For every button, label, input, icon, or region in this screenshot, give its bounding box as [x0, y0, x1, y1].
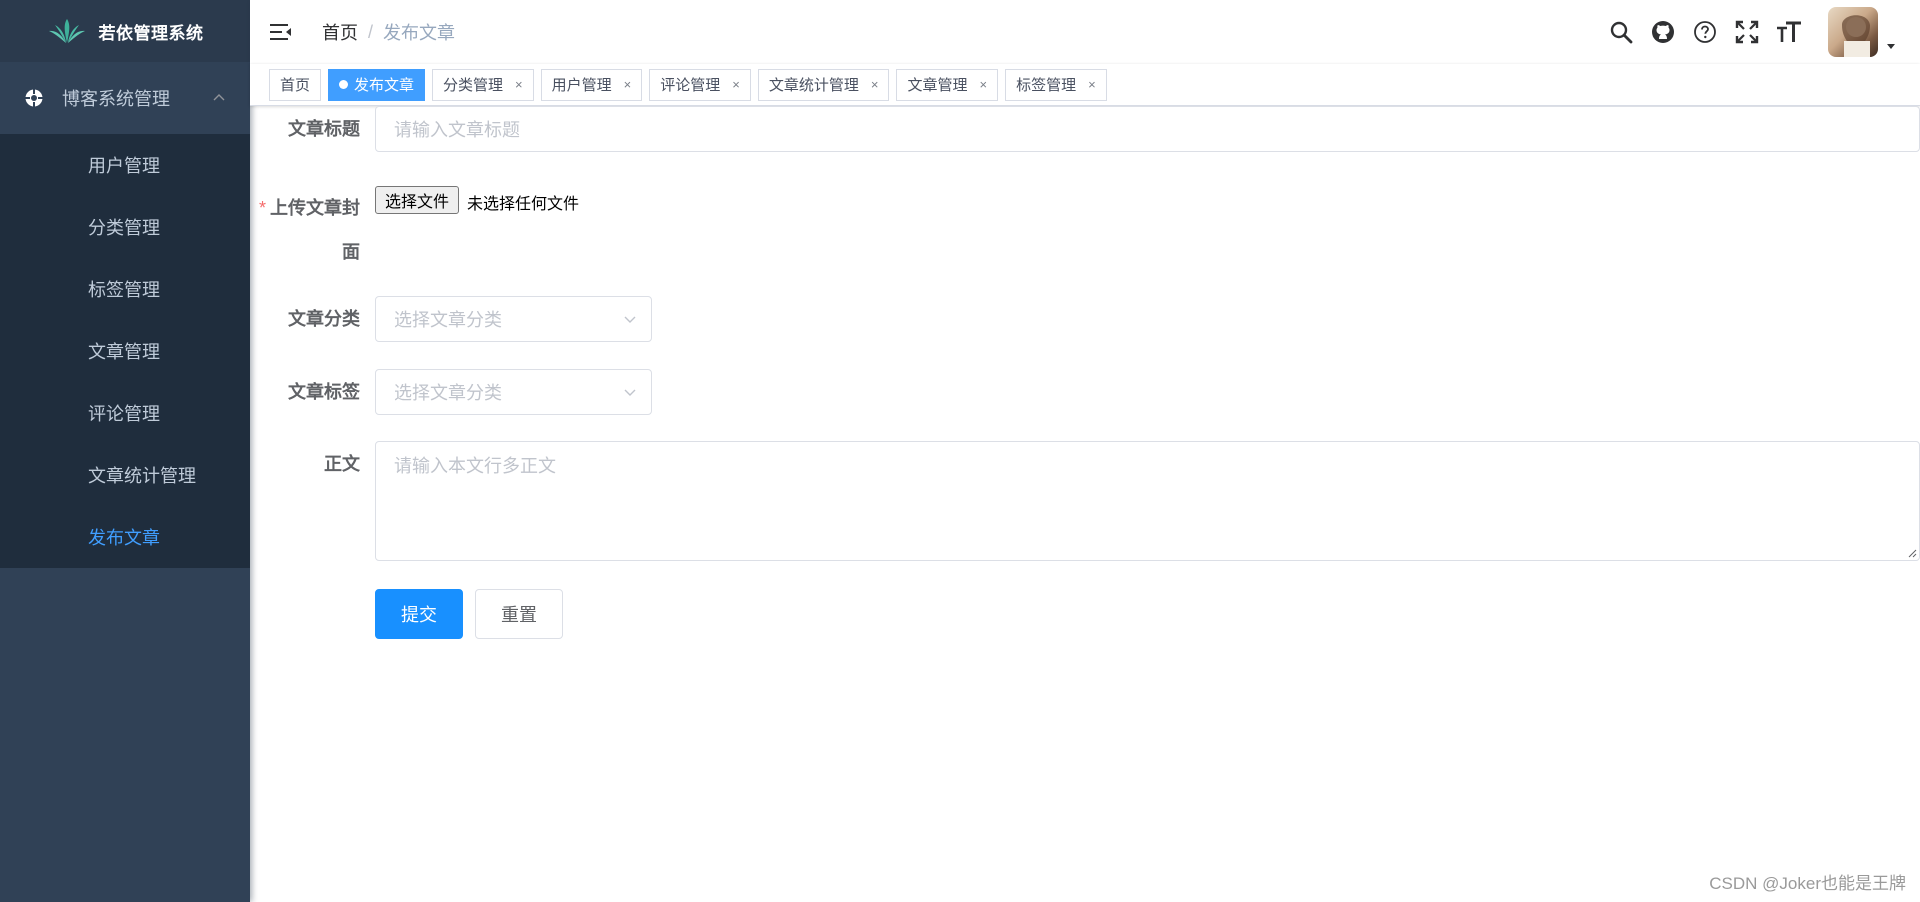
caret-down-icon: [1887, 44, 1895, 49]
tag-label: 评论管理: [660, 77, 721, 94]
cover-label-line2: 面: [342, 242, 360, 262]
form-row-title: 文章标题 请输入文章标题: [250, 106, 1920, 152]
body-placeholder: 请输入本文行多正文: [394, 456, 556, 476]
fullscreen-icon[interactable]: [1734, 19, 1760, 45]
form-row-cover: * 上传文章封 面 选择文件 未选择任何文件: [250, 186, 1920, 262]
logo-icon: [48, 19, 85, 43]
required-mark: *: [258, 198, 266, 218]
search-icon[interactable]: [1608, 19, 1634, 45]
title-placeholder: 请输入文章标题: [394, 120, 520, 140]
choose-file-button[interactable]: 选择文件: [375, 186, 460, 214]
cover-label-line1: 上传文章封: [270, 198, 360, 218]
tags-view: 首页 发布文章 分类管理 × 用户管理 × 评论管理 × 文章统计管理 × 文章…: [250, 64, 1920, 106]
active-dot-icon: [339, 80, 349, 89]
font-size-icon[interactable]: [1776, 19, 1802, 45]
tag-label: 文章统计管理: [768, 77, 859, 94]
body-label: 正文: [324, 454, 360, 474]
tag-user-management[interactable]: 用户管理 ×: [540, 68, 643, 101]
chevron-down-icon: [624, 316, 636, 323]
tag-article-statistics[interactable]: 文章统计管理 ×: [757, 68, 890, 101]
submenu-title-label: 博客系统管理: [62, 89, 170, 109]
sidebar-item-category-management[interactable]: 分类管理: [0, 196, 250, 258]
user-avatar-dropdown[interactable]: [1828, 7, 1896, 57]
app: 若依管理系统 博客系统管理 用户管理 分类管理 标签管理 文章管理 评论管理 文…: [0, 0, 1920, 902]
sidebar-item-label: 发布文章: [88, 528, 160, 548]
close-icon[interactable]: ×: [871, 77, 879, 92]
form-row-tags: 文章标签 选择文章分类: [250, 369, 1920, 415]
breadcrumb-current: 发布文章: [383, 23, 456, 43]
sidebar-item-label: 评论管理: [88, 404, 160, 424]
resize-grip-icon[interactable]: [1907, 548, 1917, 558]
tags-label: 文章标签: [288, 382, 360, 402]
form-row-actions: 提交 重置: [250, 589, 1920, 639]
close-icon[interactable]: ×: [732, 77, 740, 92]
tag-label: 用户管理: [551, 77, 612, 94]
github-icon[interactable]: [1650, 19, 1676, 45]
hamburger-icon[interactable]: [270, 22, 292, 42]
article-form: 文章标题 请输入文章标题 * 上传文章封 面 选择文件 未选择任何文件 文章分类 …: [250, 106, 1920, 902]
close-icon[interactable]: ×: [515, 77, 523, 92]
tag-article-management[interactable]: 文章管理 ×: [896, 68, 999, 101]
tag-label: 发布文章: [354, 77, 415, 94]
logo-title: 若依管理系统: [98, 23, 204, 43]
sidebar: 若依管理系统 博客系统管理 用户管理 分类管理 标签管理 文章管理 评论管理 文…: [0, 0, 250, 902]
title-input[interactable]: 请输入文章标题: [375, 106, 1920, 152]
close-icon[interactable]: ×: [624, 77, 632, 92]
close-icon[interactable]: ×: [979, 77, 987, 92]
submenu-blog-management[interactable]: 博客系统管理: [0, 62, 250, 134]
chevron-up-icon: [213, 94, 225, 101]
right-menu: [1608, 0, 1920, 64]
avatar: [1828, 7, 1878, 57]
cover-label: * 上传文章封 面: [250, 186, 375, 262]
sidebar-item-user-management[interactable]: 用户管理: [0, 134, 250, 196]
reset-button[interactable]: 重置: [475, 589, 563, 639]
sidebar-item-tag-management[interactable]: 标签管理: [0, 258, 250, 320]
watermark: CSDN @Joker也能是王牌: [1709, 874, 1906, 893]
sidebar-item-label: 用户管理: [88, 156, 160, 176]
sidebar-item-article-management[interactable]: 文章管理: [0, 320, 250, 382]
tag-label: 分类管理: [443, 77, 504, 94]
tag-tag-management[interactable]: 标签管理 ×: [1005, 68, 1107, 101]
sidebar-item-label: 分类管理: [88, 218, 160, 238]
sidebar-item-label: 文章统计管理: [88, 466, 196, 486]
tags-placeholder: 选择文章分类: [394, 383, 502, 403]
sidebar-item-article-statistics[interactable]: 文章统计管理: [0, 444, 250, 506]
sidebar-item-publish-article[interactable]: 发布文章: [0, 506, 250, 568]
sidebar-item-label: 标签管理: [88, 280, 160, 300]
tag-label: 文章管理: [907, 77, 968, 94]
category-placeholder: 选择文章分类: [394, 310, 502, 330]
tag-publish-article[interactable]: 发布文章: [328, 68, 426, 101]
breadcrumb-separator: /: [368, 21, 374, 42]
tag-comment-management[interactable]: 评论管理 ×: [649, 68, 751, 101]
form-row-category: 文章分类 选择文章分类: [250, 296, 1920, 342]
category-label: 文章分类: [288, 309, 360, 329]
chevron-down-icon: [624, 389, 636, 396]
tag-category-management[interactable]: 分类管理 ×: [432, 68, 534, 101]
sidebar-item-comment-management[interactable]: 评论管理: [0, 382, 250, 444]
body-textarea[interactable]: 请输入本文行多正文: [375, 441, 1920, 561]
breadcrumb: 首页 / 发布文章: [322, 19, 455, 45]
tag-label: 标签管理: [1016, 77, 1077, 94]
help-icon[interactable]: [1692, 19, 1718, 45]
file-status: 未选择任何文件: [467, 196, 580, 213]
category-select[interactable]: 选择文章分类: [375, 296, 652, 342]
submenu-list: 用户管理 分类管理 标签管理 文章管理 评论管理 文章统计管理 发布文章: [0, 134, 250, 568]
tags-select[interactable]: 选择文章分类: [375, 369, 652, 415]
title-label: 文章标题: [288, 119, 360, 139]
tag-home[interactable]: 首页: [269, 68, 322, 101]
close-icon[interactable]: ×: [1088, 77, 1096, 92]
form-row-body: 正文 请输入本文行多正文: [250, 441, 1920, 561]
breadcrumb-home[interactable]: 首页: [322, 19, 358, 45]
sidebar-logo[interactable]: 若依管理系统: [0, 0, 250, 62]
submit-button[interactable]: 提交: [375, 589, 463, 639]
navbar: 首页 / 发布文章: [250, 0, 1920, 64]
settings-icon: [25, 89, 43, 107]
sidebar-item-label: 文章管理: [88, 342, 160, 362]
tag-label: 首页: [280, 77, 311, 94]
